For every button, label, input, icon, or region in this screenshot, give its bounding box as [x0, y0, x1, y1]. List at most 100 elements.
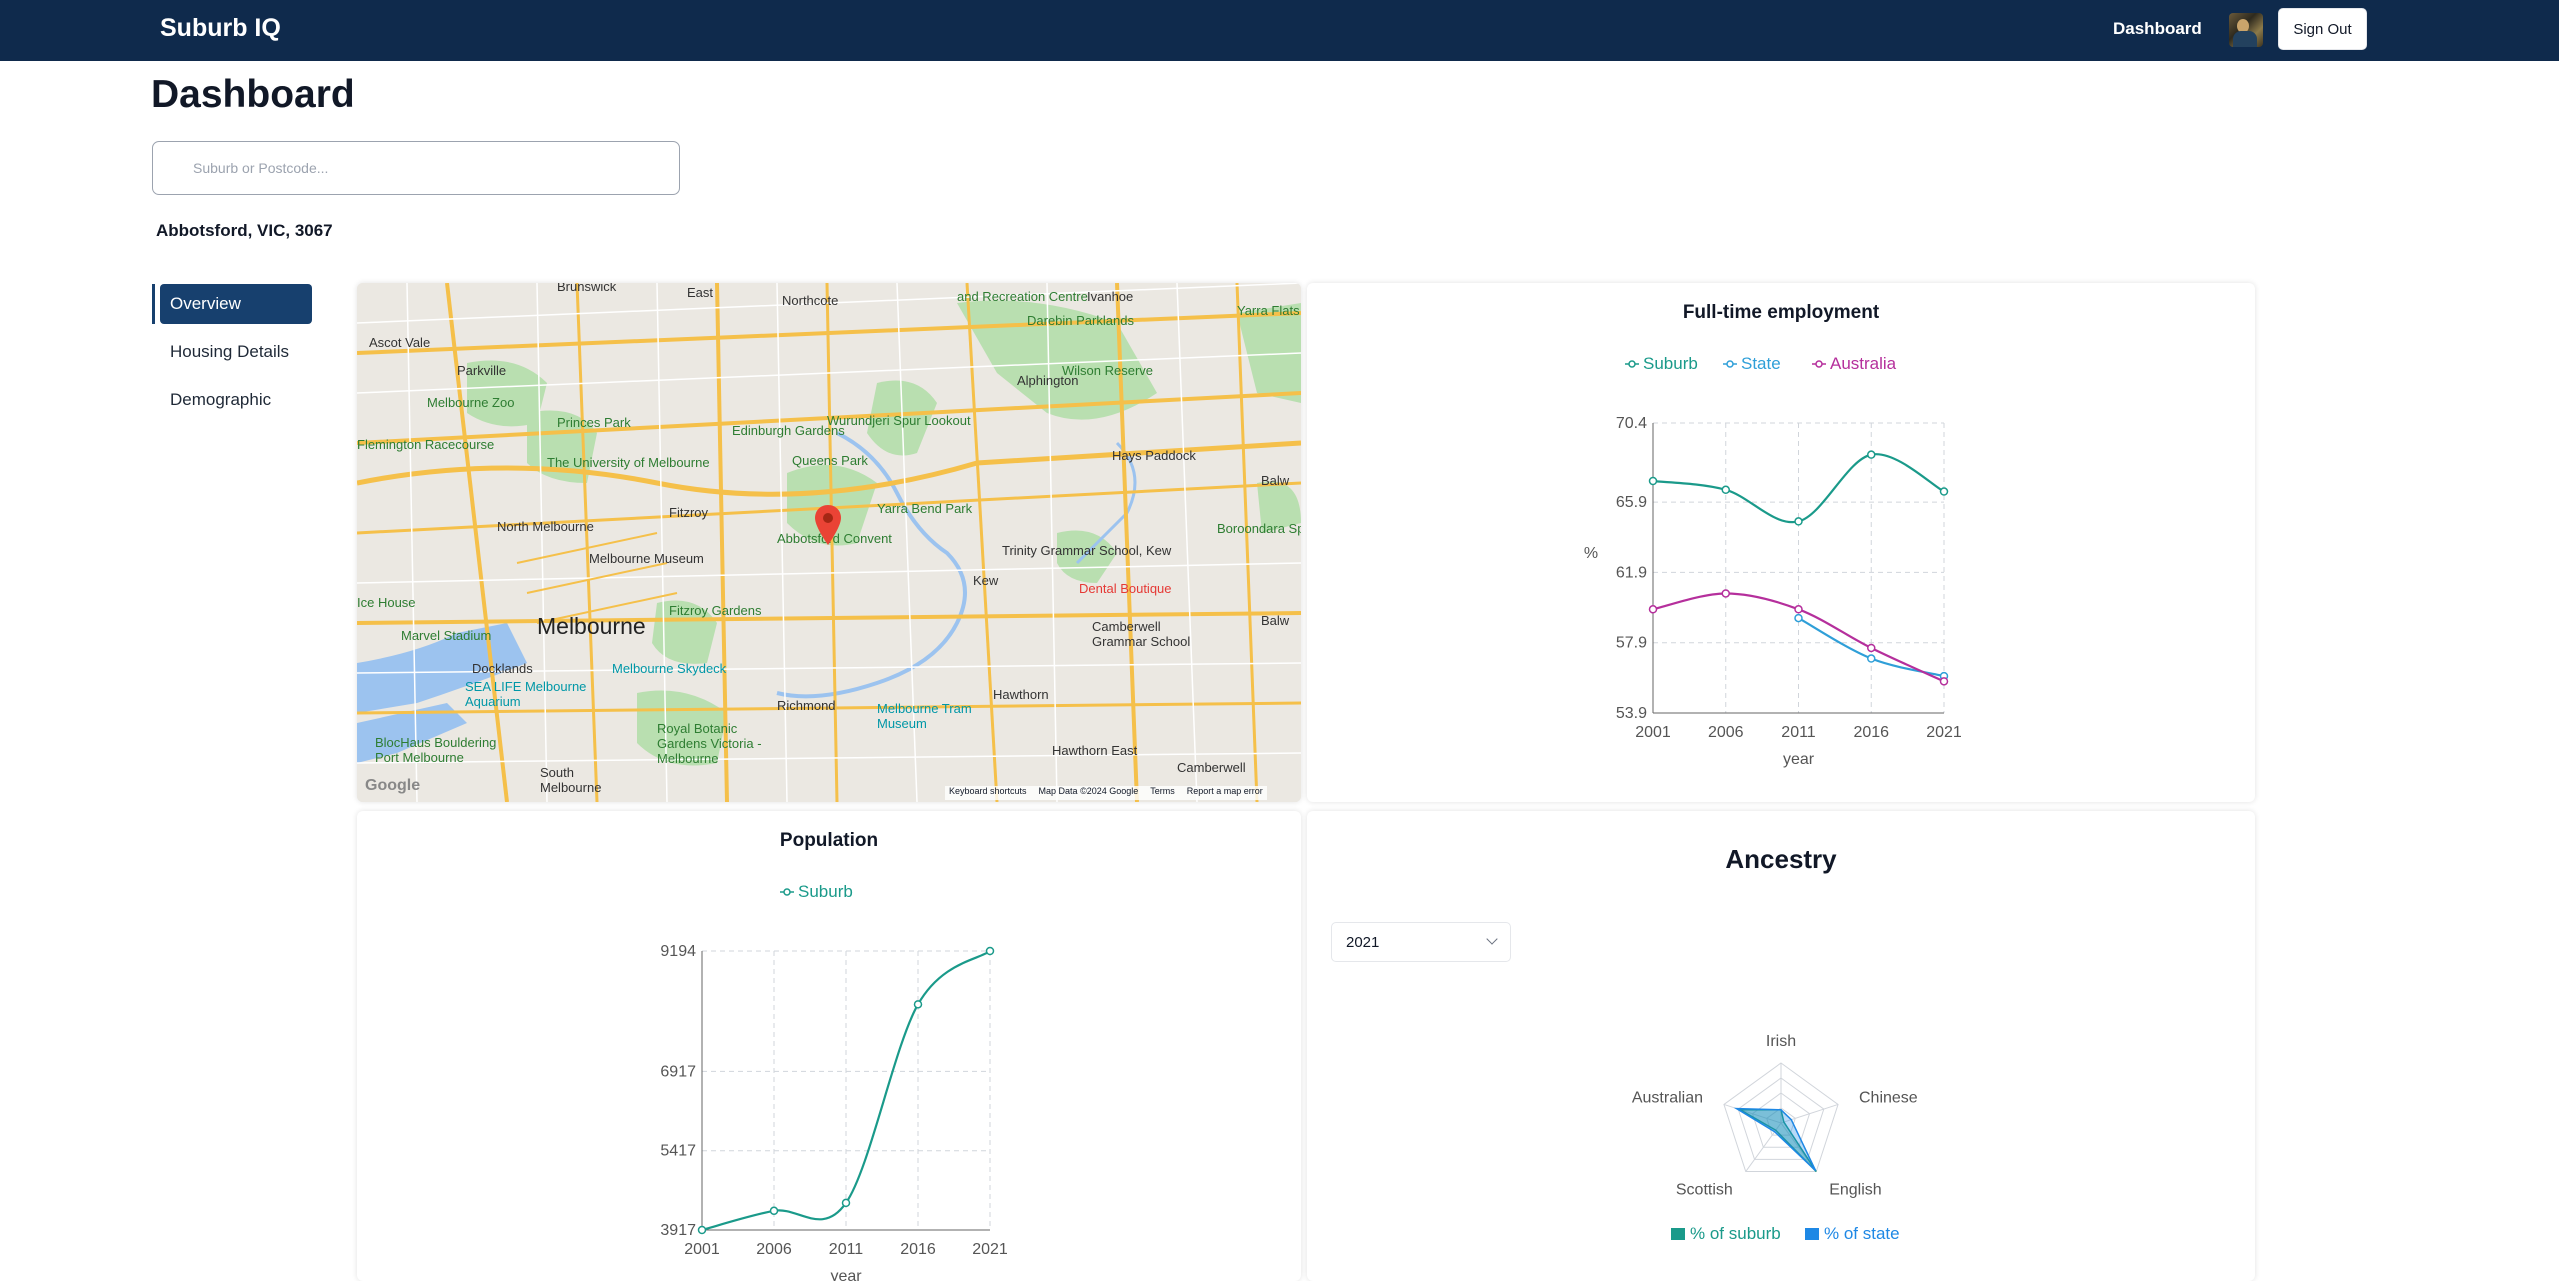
- data-point: [1721, 589, 1730, 598]
- data-point: [697, 1225, 707, 1235]
- map-label: Kew: [973, 573, 999, 588]
- data-point: [1794, 517, 1803, 526]
- data-point: [1867, 450, 1876, 459]
- map-label: Hawthorn: [993, 687, 1049, 702]
- top-navbar: Suburb IQ Dashboard Sign Out: [0, 0, 2559, 61]
- data-point: [1721, 485, 1730, 495]
- data-point: [1648, 605, 1658, 614]
- map-data-attribution: Map Data ©2024 Google: [1038, 786, 1139, 796]
- location-pin-icon[interactable]: [815, 505, 841, 545]
- map-label: The University of Melbourne: [547, 455, 710, 470]
- data-point: [985, 946, 995, 956]
- y-tick-label: 65.9: [1616, 494, 1647, 511]
- x-tick-label: 2006: [756, 1241, 792, 1258]
- map-label: Trinity Grammar School, Kew: [1002, 543, 1172, 558]
- radar-axis-label: English: [1829, 1181, 1881, 1198]
- map-label: South Melbourne: [540, 765, 602, 795]
- map-label: Balw: [1261, 613, 1290, 628]
- map-label: Wilson Reserve: [1062, 363, 1154, 378]
- map-label: Ice House: [357, 595, 416, 610]
- map-label: Hays Paddock: [1112, 448, 1196, 463]
- map-label: Hawthorn East: [1052, 743, 1138, 758]
- y-tick-label: 9194: [660, 943, 696, 960]
- y-tick-label: 3917: [660, 1222, 696, 1239]
- map-label: Fitzroy Gardens: [669, 603, 762, 618]
- legend-marker: [1815, 360, 1823, 368]
- data-point: [1648, 476, 1658, 486]
- terms-link[interactable]: Terms: [1150, 786, 1175, 800]
- map-label: Melbourne Skydeck: [612, 661, 727, 676]
- sign-out-button[interactable]: Sign Out: [2278, 8, 2367, 50]
- map-label: Melbourne Zoo: [427, 395, 515, 410]
- y-tick-label: 6917: [660, 1063, 696, 1080]
- map-label: Camberwell Grammar School: [1092, 619, 1191, 649]
- map-card[interactable]: Ascot Vale Parkville Brunswick East Nort…: [357, 283, 1301, 802]
- keyboard-shortcuts-link[interactable]: Keyboard shortcuts: [949, 786, 1027, 800]
- x-tick-label: 2011: [1781, 724, 1816, 741]
- legend-label: Australia: [1830, 354, 1897, 373]
- x-tick-label: 2001: [1635, 724, 1671, 741]
- sidebar-nav: Overview Housing Details Demographic: [152, 284, 312, 428]
- x-tick-label: 2001: [684, 1241, 720, 1258]
- map-label: Fitzroy: [669, 505, 708, 520]
- map-label: Princes Park: [557, 415, 631, 430]
- map-label: Balw: [1261, 473, 1290, 488]
- map-label: Melbourne Tram Museum: [877, 701, 972, 731]
- legend-marker: [783, 888, 791, 896]
- map-label-city: Melbourne: [537, 613, 646, 639]
- map-label: Boroondara Sports Complex: [1217, 521, 1301, 536]
- map-label: Brunswick: [557, 283, 617, 294]
- map-label: Richmond: [777, 698, 836, 713]
- selected-location: Abbotsford, VIC, 3067: [156, 221, 333, 240]
- nav-dashboard-link[interactable]: Dashboard: [2113, 19, 2202, 39]
- x-tick-label: 2006: [1708, 724, 1744, 741]
- x-tick-label: 2021: [972, 1241, 1008, 1258]
- search-box: [152, 141, 680, 195]
- y-tick-label: 53.9: [1616, 705, 1647, 722]
- legend-marker: [1628, 360, 1636, 368]
- suburb-search-input[interactable]: [153, 142, 679, 194]
- map-label: North Melbourne: [497, 519, 594, 534]
- sidebar-item-housing-details[interactable]: Housing Details: [152, 332, 312, 372]
- data-point: [1939, 487, 1949, 496]
- sidebar-item-overview[interactable]: Overview: [152, 284, 312, 324]
- map-label: Yarra Flats Park: [1237, 303, 1301, 318]
- employment-chart-card: Full-time employment 53.9 57.9 61.9 65.9 70.…: [1307, 283, 2255, 802]
- sidebar-item-demographic[interactable]: Demographic: [152, 380, 312, 420]
- data-point: [1794, 605, 1803, 614]
- legend-label: Suburb: [1643, 354, 1698, 373]
- x-tick-label: 2016: [1853, 724, 1889, 741]
- brand-logo[interactable]: Suburb IQ: [160, 14, 281, 43]
- map-label: Ascot Vale: [369, 335, 431, 350]
- radar-axis-label: Australian: [1632, 1090, 1703, 1107]
- data-point: [769, 1206, 779, 1216]
- data-point: [1794, 613, 1803, 623]
- report-map-error-link[interactable]: Report a map error: [1187, 786, 1263, 800]
- y-tick-label: 70.4: [1616, 415, 1647, 432]
- legend-swatch: [1671, 1228, 1685, 1240]
- data-point: [1867, 654, 1876, 663]
- map-label: and Recreation Centre: [957, 289, 1088, 304]
- data-point: [913, 1000, 923, 1009]
- google-logo: Google: [365, 777, 421, 794]
- radar-axis-label: Irish: [1766, 1033, 1796, 1050]
- map-label: SEA LIFE Melbourne Aquarium: [465, 679, 587, 709]
- map-label: Parkville: [457, 363, 507, 378]
- map-label: Flemington Racecourse: [357, 437, 495, 452]
- map-label: Melbourne Museum: [589, 551, 704, 566]
- population-line-chart: 3917 5417 6917 9194 2001 2006 2011 2016 2021 year…: [660, 882, 1008, 1281]
- user-avatar[interactable]: [2229, 13, 2263, 47]
- page-title: Dashboard: [151, 73, 355, 116]
- legend-label: Suburb: [798, 882, 853, 901]
- map-label: Marvel Stadium: [401, 628, 492, 643]
- x-tick-label: 2016: [900, 1241, 936, 1258]
- radar-axis-label: Scottish: [1676, 1181, 1733, 1198]
- legend-marker: [1726, 360, 1734, 368]
- map-label: Ivanhoe: [1087, 289, 1134, 304]
- legend-label: % of suburb: [1690, 1224, 1781, 1243]
- employment-line-chart: 53.9 57.9 61.9 65.9 70.4 2001 2006 2011 2016 2021…: [1584, 354, 1962, 768]
- data-point: [1867, 643, 1876, 653]
- map-label: East: [687, 285, 714, 300]
- map-label: Darebin Parklands: [1027, 313, 1134, 328]
- map-label: Queens Park: [792, 453, 868, 468]
